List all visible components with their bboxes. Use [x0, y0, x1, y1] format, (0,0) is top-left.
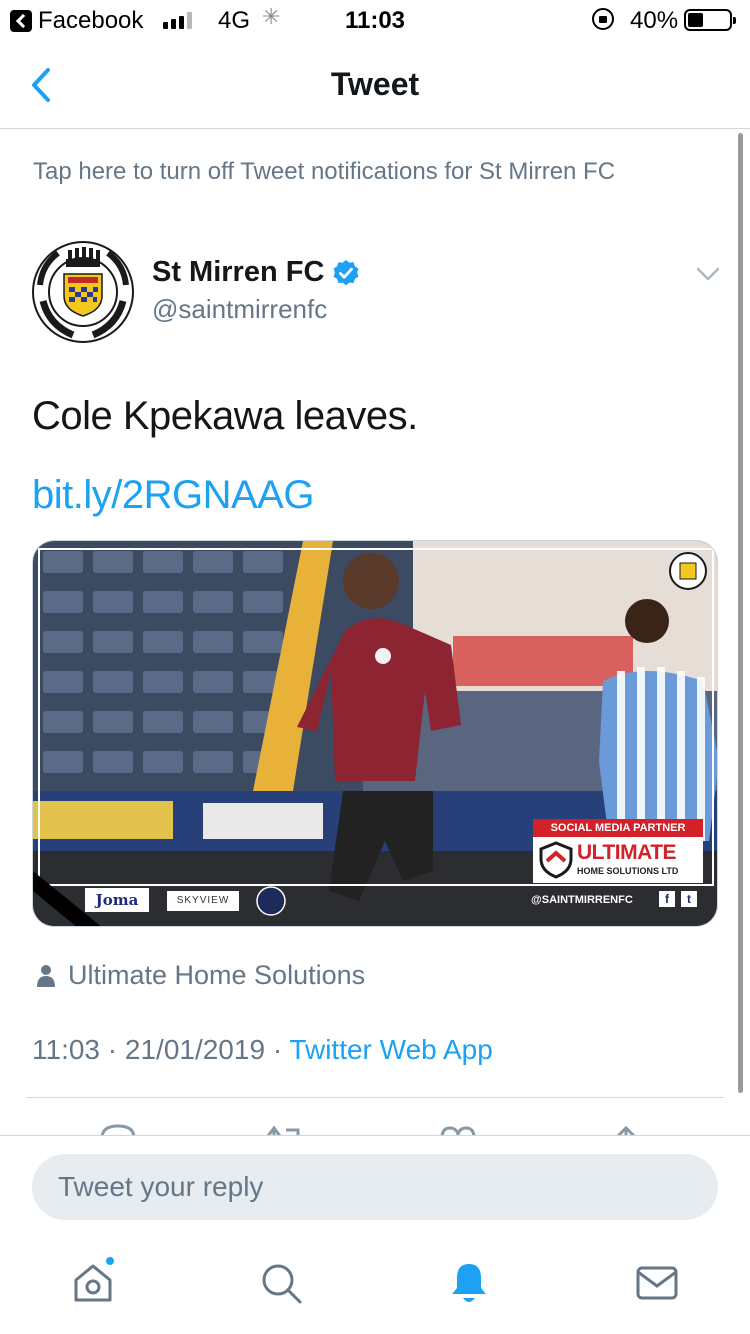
tagged-place-text: Ultimate Home Solutions	[68, 960, 366, 990]
sponsor-subtitle: HOME SOLUTIONS LTD	[577, 866, 679, 876]
meta-separator: ·	[272, 1034, 283, 1065]
tweet-time: 11:03	[32, 1034, 100, 1065]
tweet-date: 21/01/2019	[124, 1034, 266, 1065]
scrollbar[interactable]	[738, 133, 743, 1093]
orientation-lock-icon	[592, 8, 614, 30]
tweet-text: Cole Kpekawa leaves.	[32, 394, 418, 438]
facebook-icon: f	[659, 891, 675, 907]
home-new-dot	[104, 1255, 116, 1267]
battery-percent: 40%	[630, 7, 679, 34]
meta-separator: ·	[107, 1034, 118, 1065]
reply-icon[interactable]	[98, 1122, 138, 1136]
tagged-place[interactable]: Ultimate Home Solutions	[36, 960, 365, 991]
author-name-text: St Mirren FC	[152, 256, 325, 288]
tweet-meta: 11:03 · 21/01/2019 · Twitter Web App	[32, 1034, 493, 1066]
sponsor-name: ULTIMATE	[577, 841, 677, 864]
club-crest-icon	[32, 241, 134, 343]
search-icon	[262, 1264, 302, 1304]
bottom-bar	[0, 1135, 750, 1334]
sponsor-2-logo: SKYVIEW	[167, 891, 239, 911]
sponsor-logo: ULTIMATE HOME SOLUTIONS LTD	[533, 837, 703, 883]
page-title: Tweet	[330, 66, 420, 102]
chevron-down-icon[interactable]	[696, 266, 720, 282]
sponsor-shield-icon	[539, 841, 573, 879]
bell-icon	[452, 1264, 486, 1302]
author-name[interactable]: St Mirren FC	[152, 256, 360, 289]
tab-search[interactable]	[258, 1260, 304, 1306]
author-avatar[interactable]	[32, 241, 134, 343]
social-media-partner-label: SOCIAL MEDIA PARTNER	[533, 819, 703, 837]
media-club-handle: @SAINTMIRRENFC	[531, 894, 633, 906]
tab-notifications[interactable]	[446, 1260, 492, 1306]
verified-badge-icon	[334, 259, 359, 285]
person-icon	[37, 964, 55, 987]
divider	[26, 1097, 724, 1098]
tweet-media-image[interactable]: SOCIAL MEDIA PARTNER ULTIMATE HOME SOLUT…	[32, 540, 718, 927]
tweet-link[interactable]: bit.ly/2RGNAAG	[32, 473, 314, 518]
like-icon[interactable]	[438, 1122, 478, 1136]
battery-icon	[684, 9, 736, 31]
kit-brand-logo: Joma	[85, 888, 149, 912]
notification-toggle-link[interactable]: Tap here to turn off Tweet notifications…	[33, 158, 615, 186]
twitter-icon: t	[681, 891, 697, 907]
tweet-actions	[0, 1120, 750, 1136]
mail-icon	[636, 1266, 678, 1300]
share-icon[interactable]	[606, 1122, 646, 1136]
author-handle[interactable]: @saintmirrenfc	[152, 294, 327, 325]
reply-input[interactable]	[32, 1154, 718, 1220]
retweet-icon[interactable]	[264, 1122, 304, 1136]
tab-messages[interactable]	[634, 1260, 680, 1306]
status-bar: Facebook 4G ✳ 11:03 40%	[0, 0, 750, 40]
nav-header: Tweet	[0, 40, 750, 129]
tweet-source-link[interactable]: Twitter Web App	[289, 1034, 492, 1065]
